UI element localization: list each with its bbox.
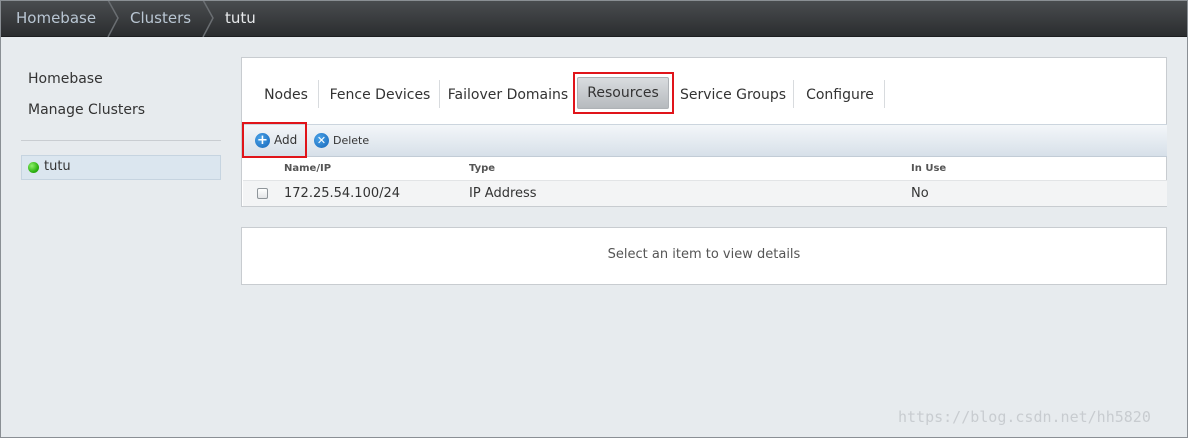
resource-toolbar: + Add ✕ Delete xyxy=(243,124,1167,157)
tab-fence-devices[interactable]: Fence Devices xyxy=(327,84,433,108)
tab-divider xyxy=(884,80,885,108)
tab-divider xyxy=(318,80,319,108)
breadcrumb-chevron-icon xyxy=(202,0,214,37)
tab-nodes[interactable]: Nodes xyxy=(256,84,316,108)
cell-type: IP Address xyxy=(469,186,537,201)
status-online-icon xyxy=(28,162,39,173)
breadcrumb: Homebase Clusters tutu xyxy=(0,0,1188,37)
add-button-label: Add xyxy=(274,133,298,147)
close-icon: ✕ xyxy=(314,133,329,148)
details-placeholder: Select an item to view details xyxy=(607,247,801,262)
delete-button-label: Delete xyxy=(333,134,370,147)
resources-panel: Nodes Fence Devices Failover Domains Res… xyxy=(241,57,1167,207)
tab-service-groups[interactable]: Service Groups xyxy=(678,84,788,108)
cell-name: 172.25.54.100/24 xyxy=(284,186,401,201)
row-checkbox[interactable] xyxy=(257,188,268,199)
plus-icon: + xyxy=(255,133,270,148)
sidebar-link-homebase[interactable]: Homebase xyxy=(28,71,103,87)
table-row[interactable]: 172.25.54.100/24 IP Address No xyxy=(243,180,1167,206)
tab-failover-domains[interactable]: Failover Domains xyxy=(447,84,569,108)
watermark: https://blog.csdn.net/hh5820 xyxy=(898,408,1151,426)
column-header-name[interactable]: Name/IP xyxy=(284,163,331,174)
breadcrumb-clusters[interactable]: Clusters xyxy=(130,0,191,37)
column-header-in-use[interactable]: In Use xyxy=(911,163,946,174)
sidebar-link-manage-clusters[interactable]: Manage Clusters xyxy=(28,102,145,118)
breadcrumb-current: tutu xyxy=(225,9,256,27)
sidebar-divider xyxy=(21,140,221,141)
delete-button[interactable]: ✕ Delete xyxy=(314,125,374,156)
tab-divider xyxy=(439,80,440,108)
cluster-label: tutu xyxy=(44,159,71,174)
tab-divider xyxy=(793,80,794,108)
breadcrumb-chevron-icon xyxy=(107,0,119,37)
tab-resources[interactable]: Resources xyxy=(577,77,669,109)
column-header-type[interactable]: Type xyxy=(469,163,495,174)
details-panel: Select an item to view details xyxy=(241,227,1167,285)
breadcrumb-homebase[interactable]: Homebase xyxy=(16,0,96,37)
tab-configure[interactable]: Configure xyxy=(802,84,878,108)
cell-in-use: No xyxy=(911,186,929,201)
sidebar-cluster-item[interactable]: tutu xyxy=(21,155,221,180)
add-button[interactable]: + Add xyxy=(255,125,303,156)
